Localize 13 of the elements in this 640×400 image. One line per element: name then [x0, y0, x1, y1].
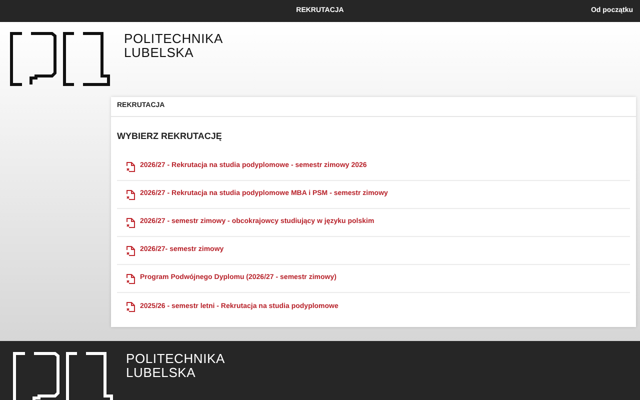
logo-text: LUBELSKA — [126, 366, 197, 380]
document-icon — [126, 274, 135, 284]
document-icon — [126, 218, 135, 228]
document-icon — [126, 162, 135, 172]
document-icon — [126, 246, 135, 256]
logo-icon — [10, 32, 110, 86]
document-icon — [126, 302, 135, 312]
logo-text: LUBELSKA — [124, 46, 195, 60]
logo-text: POLITECHNIKA — [126, 352, 225, 366]
logo-icon — [12, 352, 114, 400]
logo-text: POLITECHNIKA — [124, 32, 223, 46]
document-icon — [126, 190, 135, 200]
section-title: WYBIERZ REKRUTACJĘ — [117, 131, 222, 141]
